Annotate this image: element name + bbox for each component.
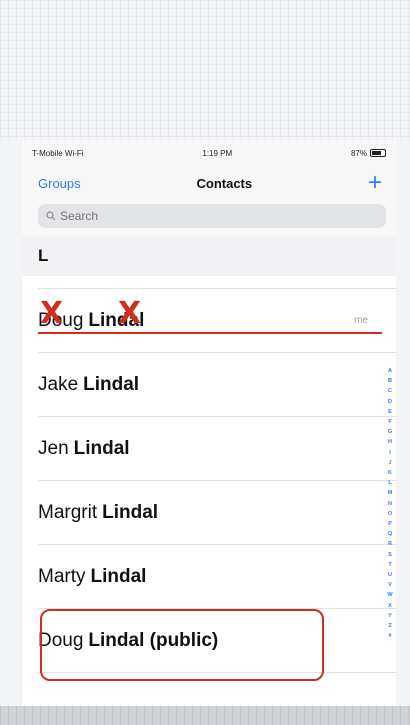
carrier-label: T-Mobile Wi-Fi [32,148,84,158]
annotation-strikethrough-line [38,332,382,334]
nav-bar: Groups Contacts + [22,166,396,200]
index-letter[interactable]: S [388,550,392,560]
index-letter[interactable]: Y [388,611,392,621]
index-letter[interactable]: F [388,417,391,427]
search-icon [46,211,56,221]
annotation-highlight-box [40,609,324,681]
index-letter[interactable]: O [388,509,392,519]
time-label: 1:19 PM [202,148,233,158]
contact-row-margrit-lindal[interactable]: Margrit Lindal [38,480,396,544]
annotation-cross-mark: X [40,296,64,331]
index-letter[interactable]: T [388,560,391,570]
index-letter[interactable]: G [388,427,392,437]
status-bar: T-Mobile Wi-Fi 1:19 PM 87% [22,140,396,166]
index-letter[interactable]: D [388,397,392,407]
contact-row-jen-lindal[interactable]: Jen Lindal [38,416,396,480]
groups-button[interactable]: Groups [38,176,81,191]
section-header-l: L [22,236,396,276]
alphabet-index[interactable]: A B C D E F G H I J K L M N O P Q R S T U V W X Y Z # [386,366,394,641]
contact-row-doug-lindal-me[interactable]: Doug Lindal me [38,288,396,352]
index-letter[interactable]: # [388,631,391,641]
index-letter[interactable]: I [389,448,391,458]
index-letter[interactable]: Z [388,621,391,631]
index-letter[interactable]: L [388,478,391,488]
index-letter[interactable]: J [388,458,391,468]
contact-last-name: Lindal [90,565,147,587]
search-field[interactable] [38,204,386,228]
index-letter[interactable]: H [388,437,392,447]
add-contact-button[interactable]: + [368,171,382,195]
index-letter[interactable]: R [388,539,392,549]
battery-percent: 87% [350,148,367,158]
contact-first-name: Jake [38,373,79,395]
index-letter[interactable]: B [388,376,392,386]
contacts-screen: T-Mobile Wi-Fi 1:19 PM 87% Groups Contac… [22,140,396,706]
index-letter[interactable]: A [388,366,392,376]
search-input[interactable] [60,209,260,223]
search-bar [22,200,396,236]
background-grid-bottom [0,706,410,725]
contact-first-name: Jen [38,437,69,459]
annotation-cross-mark: X [118,296,142,331]
index-letter[interactable]: P [388,519,392,529]
contact-row-jake-lindal[interactable]: Jake Lindal [38,352,396,416]
index-letter[interactable]: M [388,488,393,498]
index-letter[interactable]: C [388,386,392,396]
index-letter[interactable]: E [388,407,392,417]
contact-first-name: Marty [38,565,86,587]
index-letter[interactable]: K [388,468,392,478]
index-letter[interactable]: V [388,580,392,590]
page-title: Contacts [196,175,253,191]
contact-list: Doug Lindal me Jake Lindal Jen Lindal Ma… [22,276,396,706]
status-right: 87% [351,149,386,158]
contact-last-name: Lindal [73,437,130,459]
contact-first-name: Margrit [38,501,98,523]
contact-row-marty-lindal[interactable]: Marty Lindal [38,544,396,608]
battery-icon [370,149,386,157]
index-letter[interactable]: X [388,601,392,611]
background-grid-top [0,0,410,140]
index-letter[interactable]: Q [388,529,392,539]
contact-last-name: Lindal [102,501,159,523]
contact-last-name: Lindal [83,373,140,395]
index-letter[interactable]: W [387,590,392,600]
index-letter[interactable]: N [388,499,392,509]
me-badge: me [354,315,368,326]
index-letter[interactable]: U [388,570,392,580]
